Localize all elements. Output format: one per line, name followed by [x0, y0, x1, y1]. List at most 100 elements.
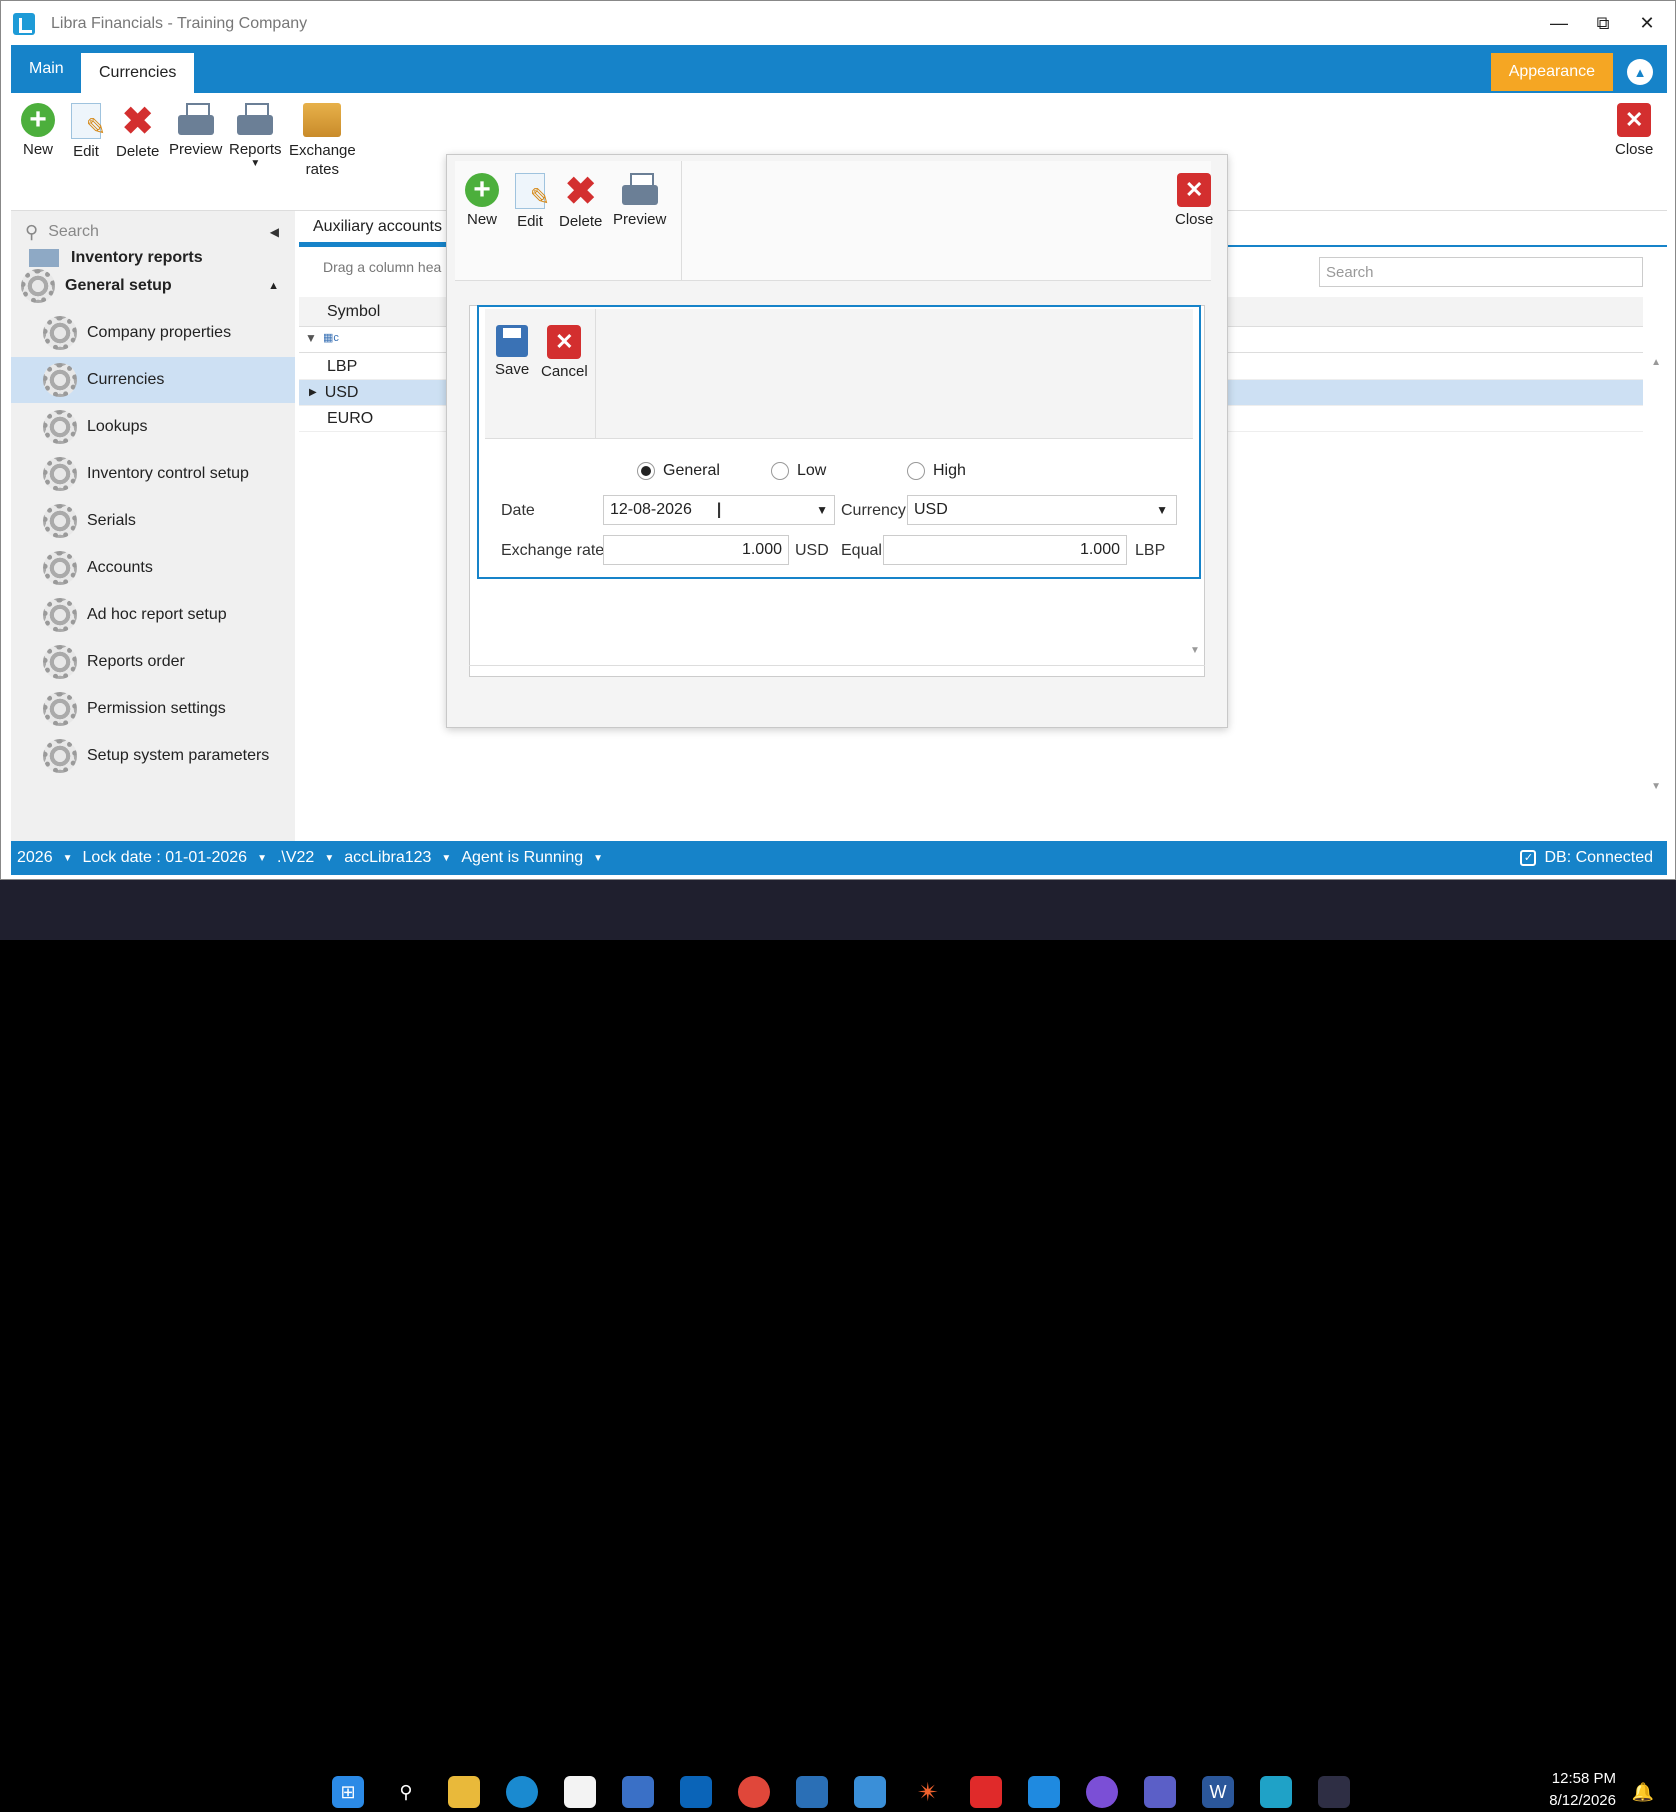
radio-button[interactable]	[637, 462, 655, 480]
purple-app-icon[interactable]	[1086, 1776, 1118, 1808]
gear-icon	[43, 363, 77, 397]
radio-button[interactable]	[771, 462, 789, 480]
sidebar-item-reports-order[interactable]: Reports order	[11, 639, 295, 685]
word-icon[interactable]: W	[1202, 1776, 1234, 1808]
collapse-sidebar-icon[interactable]: ◀	[270, 225, 279, 239]
window-close-button[interactable]: ✕	[1629, 9, 1665, 37]
sidebar-item-currencies[interactable]: Currencies	[11, 357, 295, 403]
edit-icon	[515, 173, 550, 212]
dialog-scroll-down-icon[interactable]: ▼	[1190, 645, 1200, 656]
chevron-down-icon[interactable]: ▼	[1156, 503, 1168, 517]
sidebar-item-company-properties[interactable]: Company properties	[11, 310, 295, 356]
sidebar-item-lookups[interactable]: Lookups	[11, 404, 295, 450]
cancel-button[interactable]: ✕ Cancel	[541, 325, 588, 380]
chrome-icon[interactable]	[738, 1776, 770, 1808]
radio-high[interactable]: High	[907, 462, 966, 480]
libra-app-icon[interactable]	[1318, 1776, 1350, 1808]
scroll-up-icon[interactable]: ▲	[1651, 357, 1661, 368]
tab-auxiliary-accounts[interactable]: Auxiliary accounts	[299, 211, 456, 245]
reports-button[interactable]: Reports ▼	[229, 103, 282, 169]
clock[interactable]: 12:58 PM 8/12/2026	[1549, 1768, 1616, 1812]
sidebar-item-accounts[interactable]: Accounts	[11, 545, 295, 591]
vscode-icon[interactable]	[1028, 1776, 1060, 1808]
scroll-down-icon[interactable]: ▼	[1651, 781, 1661, 792]
save-button[interactable]: Save	[495, 325, 529, 378]
dialog-preview-button[interactable]: Preview	[613, 173, 666, 228]
sidebar-item-setup-system-parameters[interactable]: Setup system parameters	[11, 733, 295, 779]
photos-icon[interactable]	[854, 1776, 886, 1808]
filter-icon[interactable]: ▼	[305, 331, 317, 345]
column-header-symbol[interactable]: Symbol	[327, 303, 380, 321]
chevron-down-icon[interactable]: ▼	[63, 853, 73, 864]
search-icon[interactable]: ⚲	[390, 1776, 422, 1808]
exchange-rates-dialog: + New Edit ✖Delete Preview ✕ Close ▼ Save …	[446, 154, 1228, 728]
delete-icon: ✖	[564, 170, 597, 213]
teams-icon[interactable]	[1144, 1776, 1176, 1808]
chevron-down-icon[interactable]: ▼	[593, 853, 603, 864]
gear-icon	[43, 598, 77, 632]
sidebar-item-permission-settings[interactable]: Permission settings	[11, 686, 295, 732]
notepad-icon[interactable]	[1260, 1776, 1292, 1808]
edit-button[interactable]: Edit	[71, 103, 106, 160]
currency-value: USD	[914, 501, 948, 518]
chevron-down-icon[interactable]: ▼	[441, 853, 451, 864]
toolbar-divider	[681, 161, 682, 281]
dialog-new-button[interactable]: + New	[465, 173, 499, 228]
tab-main[interactable]: Main	[11, 45, 82, 93]
collapse-ribbon-icon[interactable]: ▲	[1627, 59, 1653, 85]
exchange-rates-button[interactable]: Exchange rates	[289, 103, 356, 179]
chevron-up-icon: ▲	[268, 280, 279, 292]
exchange-rate-input[interactable]: 1.000	[603, 535, 789, 565]
dialog-delete-button[interactable]: ✖ Delete	[559, 170, 602, 231]
windows-start-icon[interactable]: ⊞	[332, 1776, 364, 1808]
mail-icon[interactable]	[622, 1776, 654, 1808]
dialog-preview-label: Preview	[613, 211, 667, 228]
status-version[interactable]: .\V22	[277, 849, 314, 867]
currency-select[interactable]: USD ▼	[907, 495, 1177, 525]
dialog-close-button[interactable]: ✕ Close	[1175, 173, 1213, 228]
sidebar-search[interactable]: ⚲ Search ◀	[11, 215, 295, 249]
file-explorer-icon[interactable]	[448, 1776, 480, 1808]
remote-app-icon[interactable]	[970, 1776, 1002, 1808]
equal-label: Equal	[841, 542, 882, 559]
grid-search-input[interactable]: Search	[1319, 257, 1643, 287]
restore-button[interactable]: ⧉	[1585, 9, 1621, 37]
notification-bell-icon[interactable]: 🔔	[1632, 1782, 1654, 1803]
gear-icon	[43, 645, 77, 679]
asterisk-app-icon[interactable]: ✴	[912, 1776, 944, 1808]
status-user[interactable]: accLibra123	[344, 849, 431, 867]
gear-icon	[43, 692, 77, 726]
outlook-icon[interactable]	[680, 1776, 712, 1808]
minimize-button[interactable]: —	[1541, 9, 1577, 37]
radio-general[interactable]: General	[637, 462, 720, 480]
tab-currencies[interactable]: Currencies	[81, 53, 195, 93]
sidebar-item-serials[interactable]: Serials	[11, 498, 295, 544]
close-tab-button[interactable]: ✕ Close	[1615, 103, 1653, 158]
chevron-down-icon[interactable]: ▼	[257, 853, 267, 864]
sidebar-item-label: Permission settings	[87, 700, 226, 717]
sidebar-item-ad-hoc-report-setup[interactable]: Ad hoc report setup	[11, 592, 295, 638]
status-agent[interactable]: Agent is Running	[461, 849, 583, 867]
edge-browser-icon[interactable]	[506, 1776, 538, 1808]
chevron-down-icon[interactable]: ▼	[816, 503, 828, 517]
sidebar-item-inventory-control-setup[interactable]: Inventory control setup	[11, 451, 295, 497]
dialog-edit-button[interactable]: Edit	[515, 173, 550, 230]
appearance-button[interactable]: Appearance	[1490, 53, 1613, 91]
status-lock-date[interactable]: Lock date : 01-01-2026	[83, 849, 248, 867]
delete-button[interactable]: ✖ Delete	[116, 101, 159, 161]
preview-button[interactable]: Preview	[169, 103, 222, 158]
dialog-new-label: New	[466, 211, 497, 228]
app-icon[interactable]	[796, 1776, 828, 1808]
store-icon[interactable]	[564, 1776, 596, 1808]
radio-button[interactable]	[907, 462, 925, 480]
dialog-toolbar: + New Edit ✖Delete Preview ✕ Close	[455, 161, 1213, 281]
chevron-down-icon[interactable]: ▼	[324, 853, 334, 864]
app-window: Libra Financials - Training Company — ⧉ …	[0, 0, 1676, 880]
printer-icon	[237, 103, 274, 137]
radio-low[interactable]: Low	[771, 462, 826, 480]
status-year[interactable]: 2026	[17, 849, 53, 867]
sidebar-group-general-setup[interactable]: General setup ▲	[11, 263, 295, 309]
new-button[interactable]: + New	[21, 103, 55, 158]
equal-input[interactable]: 1.000	[883, 535, 1127, 565]
date-field[interactable]: 12-08-2026 I ▼	[603, 495, 835, 525]
